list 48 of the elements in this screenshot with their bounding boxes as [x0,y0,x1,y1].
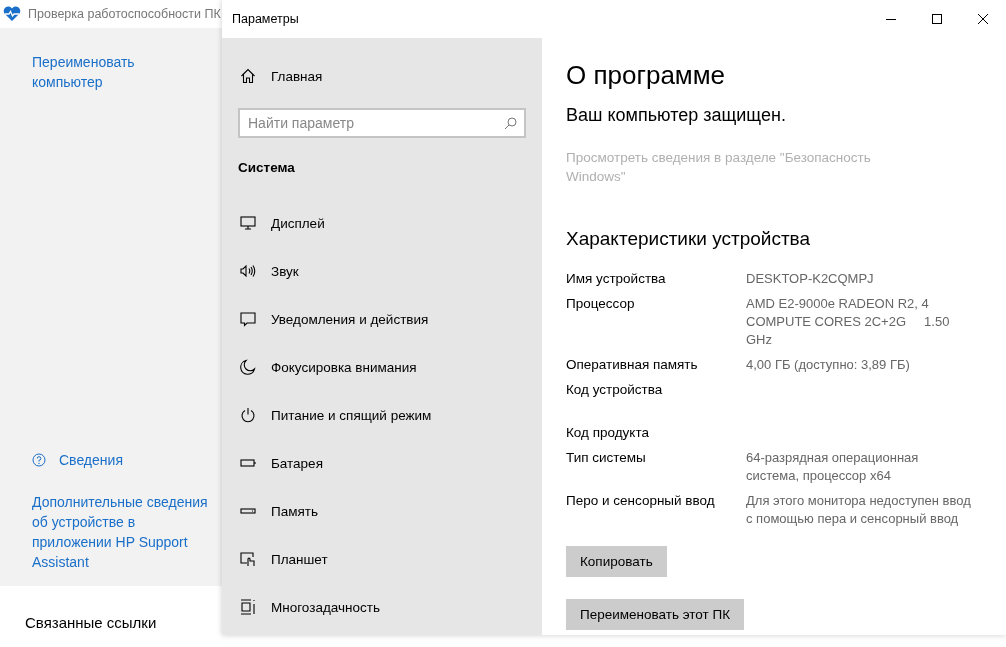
spec-label: Тип системы [566,449,647,467]
sidebar-item[interactable]: Многозадачность [238,583,526,631]
help-icon [32,453,46,467]
sidebar-item[interactable]: Питание и спящий режим [238,391,526,439]
maximize-icon [932,14,942,24]
spec-value: 4,00 ГБ (доступно: 3,89 ГБ) [746,356,911,374]
spec-label: Код устройства [566,381,664,399]
sidebar-item[interactable]: Уведомления и действия [238,295,526,343]
protection-status: Ваш компьютер защищен. [566,105,787,126]
close-icon [978,14,988,24]
search-icon [504,117,517,130]
spec-value: Для этого монитора недоступен ввод с помощью пера и сенсорный ввод [746,492,972,528]
speaker-icon [240,263,256,279]
spec-label: Процессор [566,295,636,313]
spec-value: AMD E2-9000e RADEON R2, 4 COMPUTE CORES 2C+2G 1.50 GHz [746,295,951,349]
moon-icon [240,359,256,375]
spec-value: DESKTOP-K2CQMPJ [746,270,875,288]
sidebar-item[interactable]: Планшет [238,535,526,583]
window-title: Проверка работоспособности ПК [28,7,221,21]
power-icon [240,407,256,423]
speech-bubble-icon [240,311,256,327]
search-field[interactable]: Найти параметр [238,108,526,138]
section-heading: Система [238,160,296,175]
tablet-icon [240,551,256,567]
monitor-icon [240,215,256,231]
action-button[interactable]: Копировать [566,546,667,577]
section-heading: Характеристики устройства [566,228,812,250]
rename-link[interactable]: Переименовать компьютер [32,52,182,92]
home-item[interactable]: Главная [238,52,526,100]
sidebar-item[interactable]: Фокусировка внимания [238,343,526,391]
info-link[interactable]: Сведения [59,450,123,470]
page-title: О программе [566,60,727,91]
sidebar-item[interactable]: Звук [238,247,526,295]
spec-label: Имя устройства [566,270,667,288]
sidebar-item[interactable]: Батарея [238,439,526,487]
heart-pulse-icon [3,6,21,22]
sidebar-item[interactable]: Дисплей [238,199,526,247]
action-button[interactable]: Переименовать этот ПК [566,599,745,630]
support-link[interactable]: Дополнительные сведения об устройстве в приложении HP Support Assistant [32,492,212,572]
section-heading: Связанные ссылки [25,614,157,631]
window-title: Параметры [231,12,299,26]
spec-label: Код продукта [566,424,650,442]
sidebar-item[interactable]: Память [238,487,526,535]
spec-value: 64-разрядная операционная система, процессор x64 [746,449,920,485]
spec-label: Перо и сенсорный ввод [566,492,716,510]
home-icon [240,68,256,84]
spec-label: Оперативная память [566,356,699,374]
multitask-icon [240,599,256,615]
